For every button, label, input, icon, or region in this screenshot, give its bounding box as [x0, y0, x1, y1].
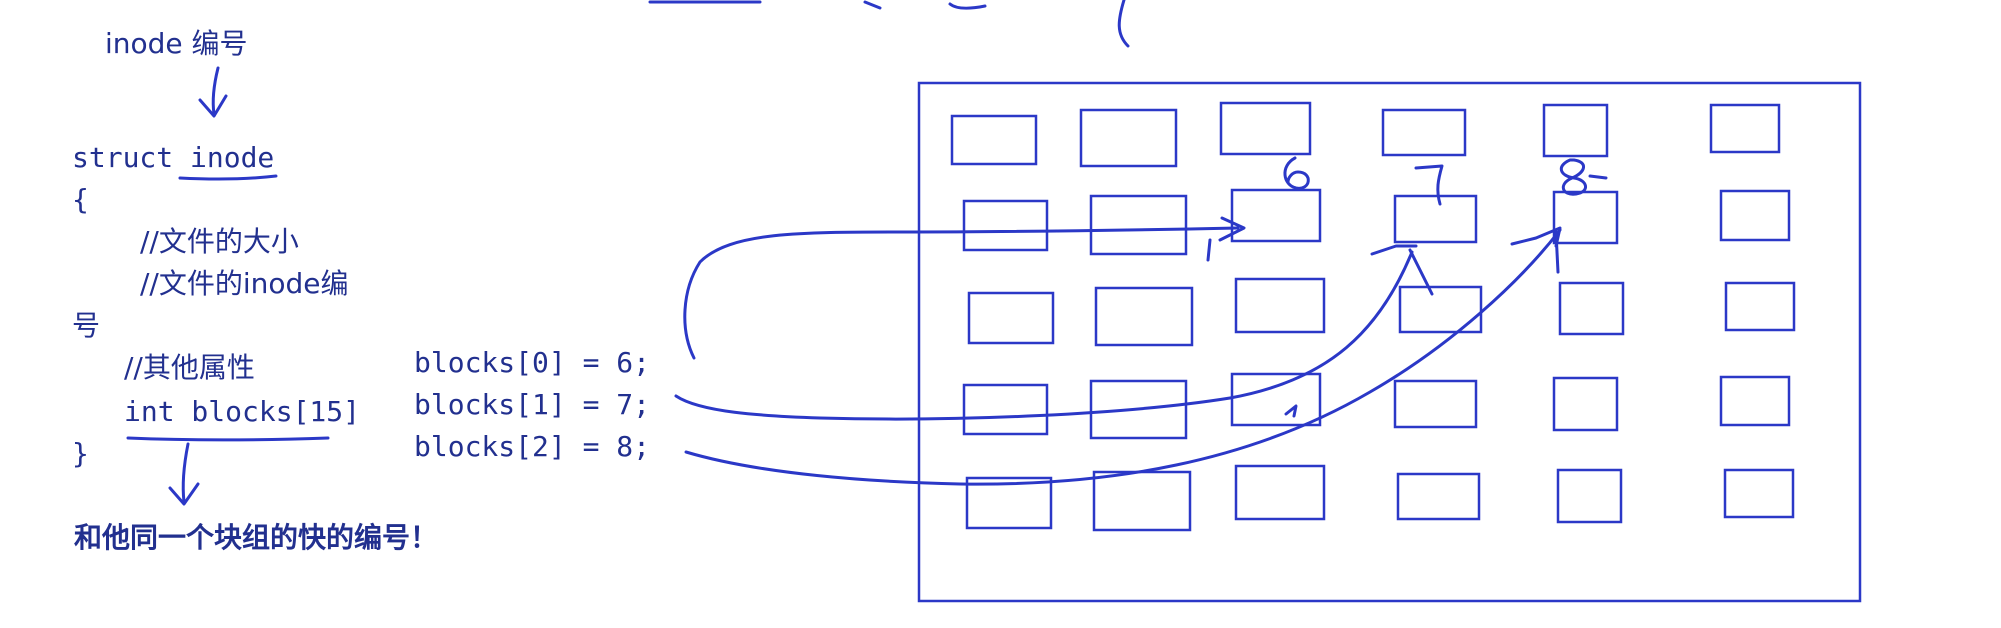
block [950, 114, 1038, 166]
block [1079, 108, 1178, 168]
block [1381, 108, 1467, 157]
block-grid [950, 101, 1796, 532]
block [1089, 194, 1188, 256]
pointer-tail-blocks-0 [1206, 238, 1212, 262]
block [962, 199, 1049, 252]
blocks-down-arrow [168, 442, 200, 506]
block [1709, 103, 1781, 154]
block [962, 383, 1049, 436]
block [1552, 376, 1619, 432]
block [1094, 286, 1194, 347]
blocks-field-underline [126, 436, 330, 442]
block [1719, 189, 1791, 242]
pointer-arrow-blocks-0 [683, 226, 1240, 360]
pen-scribble [1284, 404, 1298, 418]
top-crop-bracket [1117, 0, 1130, 48]
block [1393, 194, 1478, 244]
block [1219, 101, 1312, 156]
block [1723, 468, 1795, 519]
pointer-arrow-blocks-1 [674, 250, 1414, 421]
block [1092, 470, 1192, 532]
block [1724, 281, 1796, 332]
block [1230, 188, 1322, 243]
block-group-frame [917, 81, 1862, 603]
digit-8-mark [1559, 158, 1608, 196]
block [1719, 375, 1791, 427]
block [1398, 285, 1483, 334]
block [1552, 190, 1619, 245]
digit-6-mark [1283, 156, 1310, 190]
block [1556, 468, 1623, 524]
block [1230, 372, 1322, 427]
block [1234, 464, 1326, 521]
block [1234, 277, 1326, 334]
block [1558, 281, 1625, 336]
block [1542, 103, 1609, 158]
pointer-tail-blocks-2 [1554, 230, 1560, 274]
block [967, 291, 1055, 345]
block [1396, 472, 1481, 521]
top-crop-mark-3 [948, 2, 987, 10]
pointer-arrow-blocks-2 [684, 228, 1562, 486]
caption-down-arrow [198, 66, 228, 118]
block-group-diagram [126, 0, 1862, 603]
digit-7-mark [1414, 164, 1444, 206]
inode-underline [178, 174, 278, 181]
top-crop-mark-2 [863, 0, 882, 10]
block [1393, 379, 1478, 429]
